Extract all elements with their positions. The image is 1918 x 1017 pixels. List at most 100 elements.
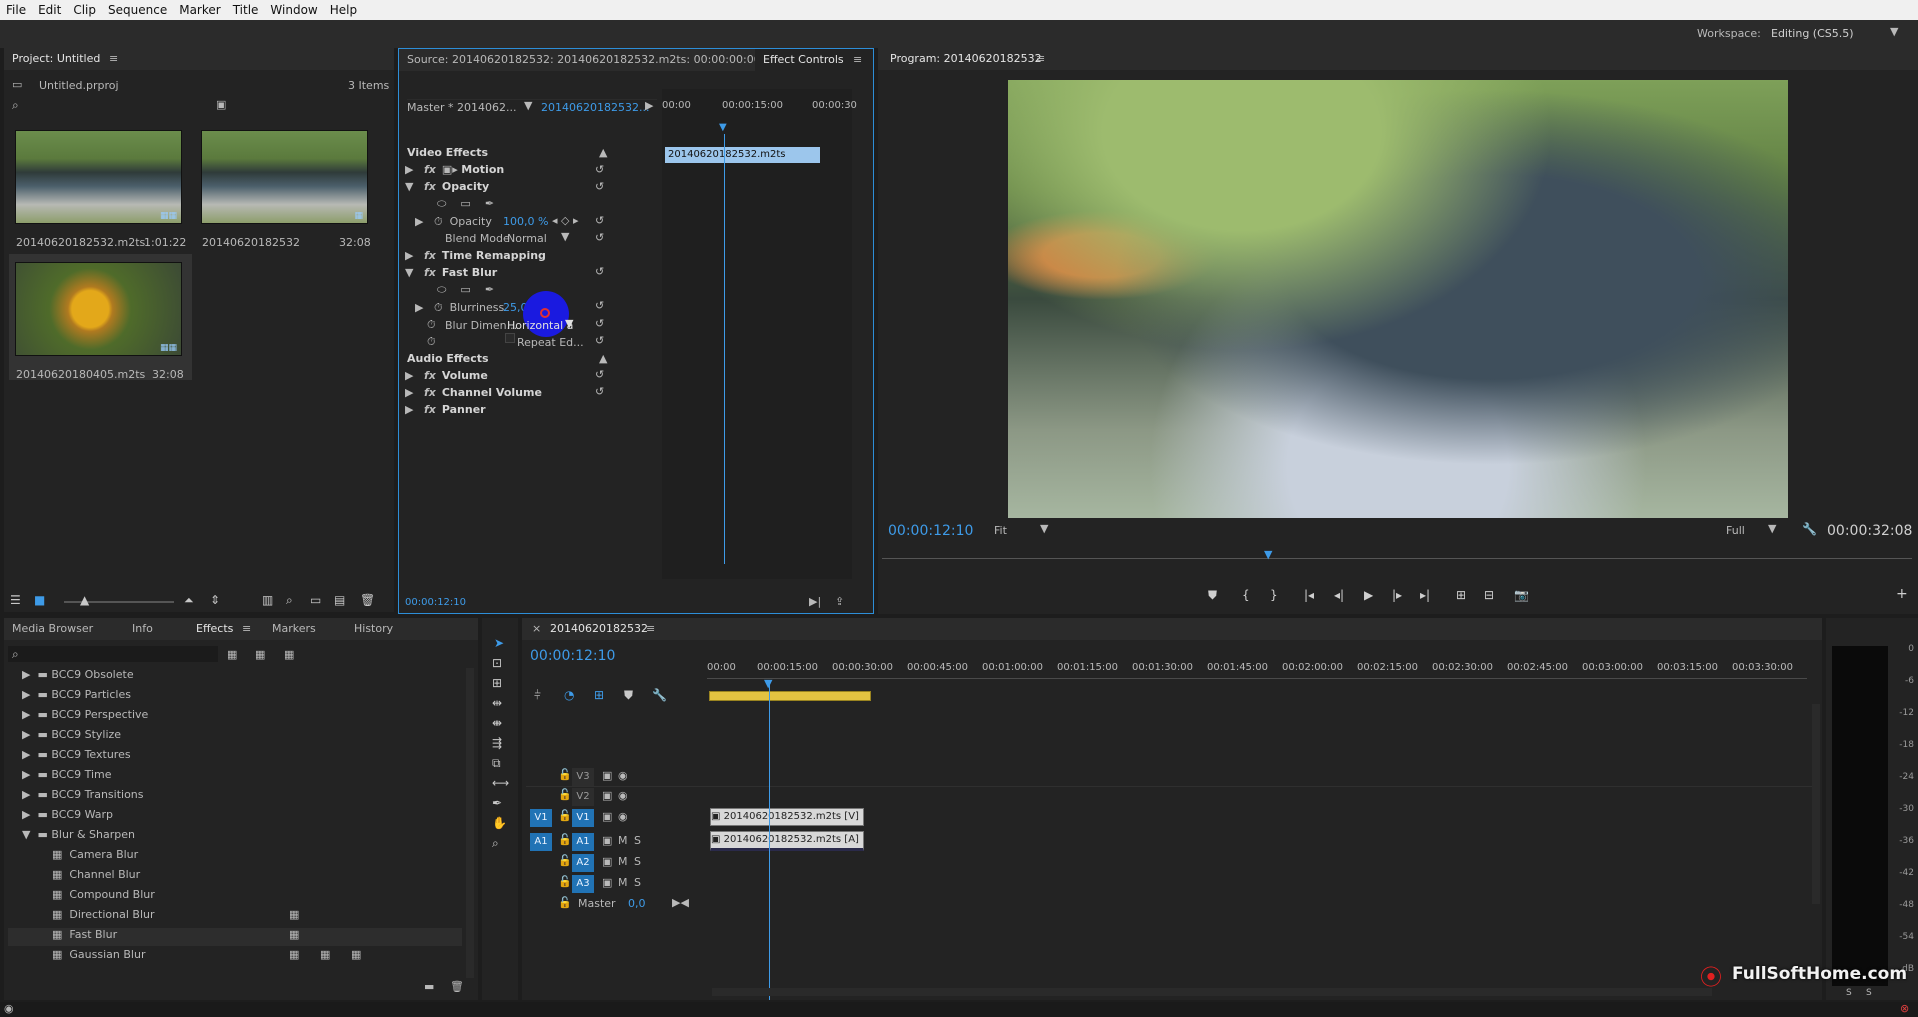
menu-edit[interactable]: Edit [32,0,67,18]
play-icon[interactable]: ▶ [1364,588,1373,602]
menu-file[interactable]: File [0,0,32,18]
reset-icon[interactable]: ↺ [595,265,604,278]
effects-folder[interactable]: ▶ ▬ BCC9 Warp [22,808,113,828]
chevron-down-icon[interactable]: ▼ [1040,522,1048,535]
track-target-v3[interactable]: V3 [572,768,594,786]
expand-icon[interactable]: ▶ [405,249,413,262]
mark-in-icon[interactable]: { [1242,588,1250,602]
add-marker-icon[interactable]: ⊞ [594,688,604,702]
menu-help[interactable]: Help [324,0,363,18]
opacity-value[interactable]: 100,0 % [503,215,548,228]
timeline-ruler[interactable]: 00:00 00:00:15:00 00:00:30:00 00:00:45:0… [707,658,1817,688]
playhead-handle-icon[interactable]: ▼ [764,677,772,690]
panel-menu-icon[interactable]: ≡ [109,52,118,65]
collapse-icon[interactable]: ▲ [599,352,607,365]
effect-panner[interactable]: ▶ fx Panner [405,403,486,423]
snap-icon[interactable]: ⫩ [534,688,541,703]
step-back-icon[interactable]: ◂| [1334,588,1344,602]
effects-folder[interactable]: ▶ ▬ BCC9 Perspective [22,708,148,728]
track-target-a2[interactable]: A2 [572,854,594,872]
reset-icon[interactable]: ↺ [595,385,604,398]
rate-stretch-tool-icon[interactable]: ⇼ [492,716,502,730]
ellipse-mask-icon[interactable]: ⬭ [437,197,446,210]
effects-search-input[interactable] [8,646,218,662]
solo-left-button[interactable]: S [1846,988,1852,998]
go-to-end-icon[interactable]: ▶◀ [672,896,689,909]
tab-project[interactable]: Project: Untitled [12,52,100,65]
chevron-down-icon[interactable]: ▼ [1768,522,1776,535]
linked-selection-icon[interactable]: ◔ [564,688,574,702]
lock-icon[interactable]: 🔓 [558,809,572,822]
expand-icon[interactable]: ▶ [405,403,413,416]
track-target-v2[interactable]: V2 [572,788,594,806]
marker-icon[interactable]: ⛊ [624,688,633,703]
expand-icon[interactable]: ▶ [415,301,423,314]
stopwatch-icon[interactable]: ⏱ [434,215,443,228]
ellipse-mask-icon[interactable]: ⬭ [437,283,446,296]
effect-item[interactable]: ▦ Gaussian Blur [52,948,145,968]
trash-icon[interactable]: 🗑 [360,593,375,607]
search-icon[interactable]: ⌕ [12,98,19,113]
trash-icon[interactable]: 🗑 [450,980,464,993]
expanded-icon[interactable]: ▼ [405,180,413,193]
resolution-select[interactable]: Full [1726,524,1745,537]
reset-icon[interactable]: ↺ [595,299,604,312]
track-select-tool-icon[interactable]: ⊡ [492,656,502,670]
lock-icon[interactable]: 🔓 [558,833,572,846]
play-only-audio-icon[interactable]: ▶| [809,595,821,608]
sync-lock-icon[interactable]: ▣ [602,789,612,802]
keyframe-nav-icon[interactable]: ◂ ◇ ▸ [552,214,579,227]
panel-menu-icon[interactable]: ≡ [1036,52,1045,65]
track-target-a1[interactable]: A1 [572,833,594,851]
status-close-icon[interactable]: ⊗ [1900,1002,1909,1015]
thumbnail-clip-1[interactable]: ▦▦ [15,130,182,224]
accelerated-filter-icon[interactable]: ▦ [227,648,237,661]
status-eye-icon[interactable]: ◉ [4,1002,14,1015]
sync-lock-icon[interactable]: ▣ [602,834,612,847]
expand-icon[interactable]: ▶ [405,369,413,382]
icon-view-icon[interactable]: ■ [34,593,45,607]
sync-lock-icon[interactable]: ▣ [602,855,612,868]
find-icon[interactable]: ⌕ [286,593,293,608]
list-view-icon[interactable]: ☰ [10,593,21,607]
mute-button[interactable]: M [618,876,628,889]
reset-icon[interactable]: ↺ [595,317,604,330]
stopwatch-icon[interactable]: ⏱ [434,301,443,314]
master-track-value[interactable]: 0,0 [628,897,646,910]
go-to-out-icon[interactable]: ▸| [1420,588,1430,602]
sync-lock-icon[interactable]: ▣ [602,769,612,782]
slip-tool-icon[interactable]: ⧉ [492,756,501,771]
zoom-slider-handle-icon[interactable]: ▲ [80,593,89,607]
track-target-a3[interactable]: A3 [572,875,594,893]
effects-folder[interactable]: ▶ ▬ BCC9 Textures [22,748,131,768]
program-scrubber[interactable] [882,558,1912,559]
automate-icon[interactable]: ▥ [262,593,273,607]
chevron-down-icon[interactable]: ▼ [561,230,569,243]
new-bin-icon[interactable]: ▣ [216,98,226,111]
thumbnail-clip-3[interactable]: ▦▦ [15,262,182,356]
extract-icon[interactable]: ⊟ [1484,588,1494,602]
expand-icon[interactable]: ▶ [405,163,413,176]
effect-item-fast-blur[interactable]: ▦ Fast Blur [52,928,117,948]
reset-icon[interactable]: ↺ [595,163,604,176]
timeline-vscroll[interactable] [1812,704,1820,904]
video-clip[interactable]: ▣ 20140620182532.m2ts [V] [710,808,864,826]
solo-button[interactable]: S [634,855,641,868]
effects-folder[interactable]: ▶ ▬ BCC9 Transitions [22,788,144,808]
effects-folder[interactable]: ▶ ▬ BCC9 Stylize [22,728,121,748]
mute-button[interactable]: M [618,855,628,868]
source-patch-v1[interactable]: V1 [530,809,552,827]
tab-source[interactable]: Source: 20140620182532: 20140620182532.m… [407,53,761,66]
hand-tool-icon[interactable]: ✋ [492,816,507,830]
go-to-in-icon[interactable]: |◂ [1304,588,1314,602]
effects-scrollbar[interactable] [466,668,474,978]
export-icon[interactable]: ⇪ [835,595,844,608]
chevron-down-icon[interactable]: ▼ [1890,25,1898,38]
zoom-tool-icon[interactable]: ⌕ [492,836,499,851]
effects-folder-open[interactable]: ▼ ▬ Blur & Sharpen [22,828,135,848]
slide-tool-icon[interactable]: ⟷ [492,776,509,790]
panel-menu-icon[interactable]: ≡ [646,622,655,635]
tab-markers[interactable]: Markers [272,622,316,635]
wrench-icon[interactable]: 🔧 [652,688,667,702]
panel-menu-icon[interactable]: ≡ [242,622,251,635]
